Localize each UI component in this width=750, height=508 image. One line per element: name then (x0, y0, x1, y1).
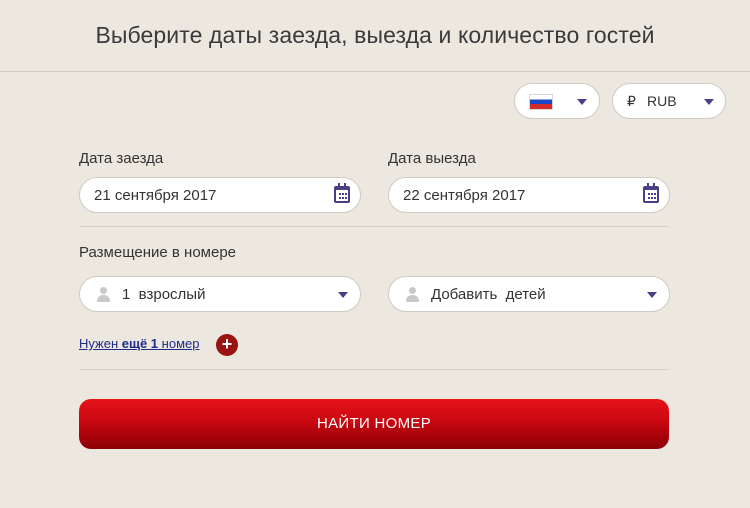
checkout-label: Дата выезда (388, 150, 476, 167)
search-room-button[interactable]: НАЙТИ НОМЕР (79, 399, 669, 449)
page-title: Выберите даты заезда, выезда и количеств… (95, 22, 655, 48)
ruble-icon: ₽ (627, 93, 636, 109)
accommodation-label: Размещение в номере (79, 244, 237, 261)
chevron-down-icon (704, 99, 714, 105)
chevron-down-icon (577, 99, 587, 105)
chevron-down-icon (338, 292, 348, 298)
plus-icon[interactable]: + (216, 334, 238, 356)
checkin-value: 21 сентября 2017 (94, 187, 217, 204)
add-room-count: ещё 1 (121, 336, 159, 351)
children-value: Добавить детей (431, 286, 546, 303)
checkout-value: 22 сентября 2017 (403, 187, 526, 204)
children-select[interactable]: Добавить детей (388, 276, 670, 312)
add-room-prefix: Нужен (79, 336, 122, 351)
person-icon (405, 287, 419, 303)
language-select[interactable] (514, 83, 600, 119)
divider (79, 226, 669, 227)
add-room-link[interactable]: Нужен ещё 1 номер (79, 336, 199, 351)
calendar-icon[interactable] (334, 183, 350, 203)
checkin-label: Дата заезда (79, 150, 164, 167)
add-room-suffix: номер (158, 336, 200, 351)
adults-value: 1 взрослый (122, 286, 206, 303)
russia-flag-icon (529, 94, 553, 110)
checkout-field[interactable]: 22 сентября 2017 (388, 177, 670, 213)
calendar-icon[interactable] (643, 183, 659, 203)
currency-select[interactable]: ₽ RUB (612, 83, 726, 119)
adults-select[interactable]: 1 взрослый (79, 276, 361, 312)
divider (79, 369, 669, 370)
currency-code: RUB (647, 93, 677, 109)
chevron-down-icon (647, 292, 657, 298)
person-icon (96, 287, 110, 303)
header: Выберите даты заезда, выезда и количеств… (0, 0, 750, 72)
checkin-field[interactable]: 21 сентября 2017 (79, 177, 361, 213)
